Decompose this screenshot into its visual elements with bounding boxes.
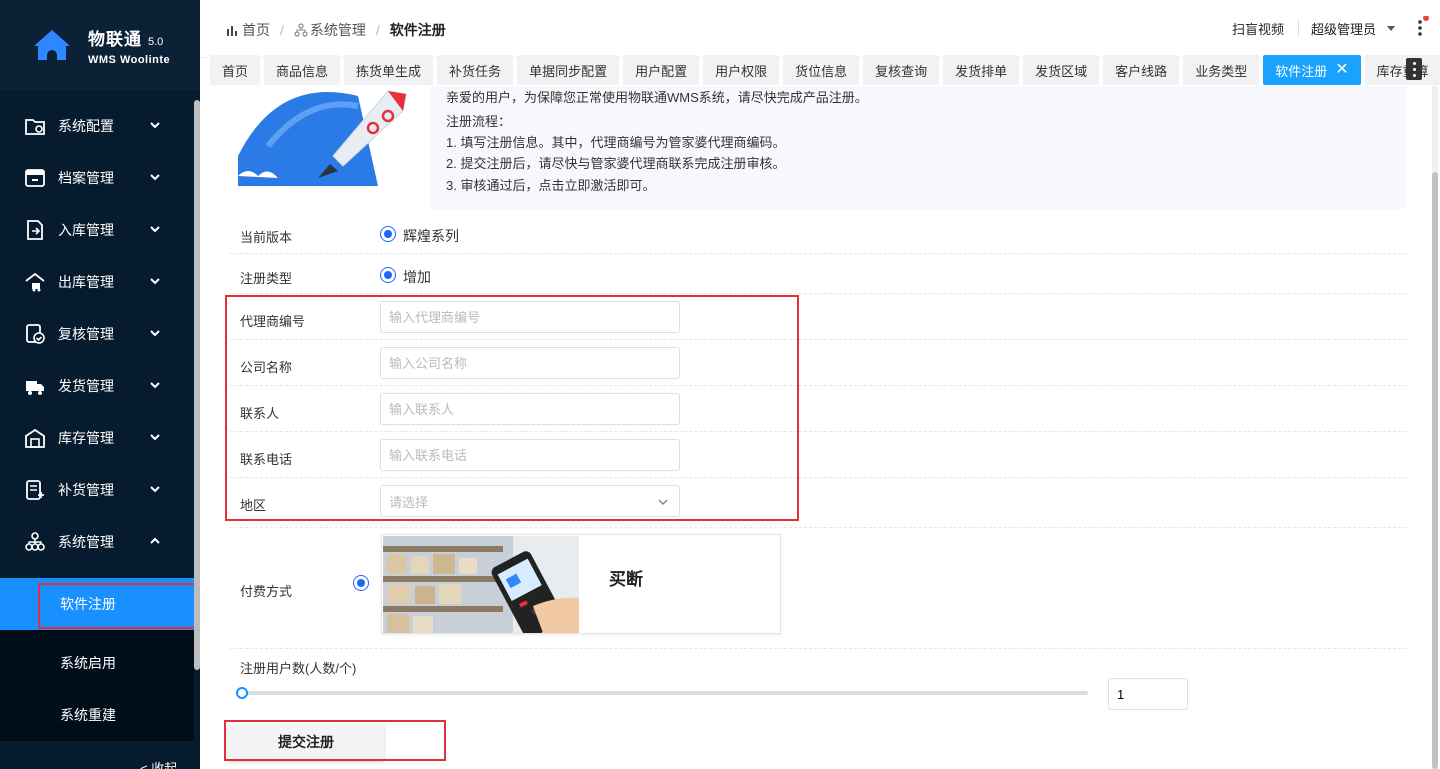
sidebar-item-replenish[interactable]: 补货管理 [0,464,194,516]
outbound-truck-icon [24,271,46,293]
tab-user-perm[interactable]: 用户权限 [703,55,780,85]
sidebar-item-review[interactable]: 复核管理 [0,308,194,360]
header-actions: 扫盲视频 超级管理员 [1232,15,1440,40]
breadcrumb-current: 软件注册 [389,22,446,38]
house-logo-icon [32,28,72,62]
sidebar-menu: 系统配置 档案管理 入库管理 出库管理 复核管理 发货管理 库存管理 补货管理 … [0,100,194,741]
tab-inventory-recalc[interactable]: 库存重算 [1364,55,1440,85]
sidebar-item-outbound[interactable]: 出库管理 [0,256,194,308]
sidebar-item-shipping[interactable]: 发货管理 [0,360,194,412]
notice-step-2: 2. 提交注册后，请尽快与管家婆代理商联系完成注册审核。 [446,156,786,171]
sidebar-item-inbound[interactable]: 入库管理 [0,204,194,256]
org-tree-icon [294,23,308,37]
shipping-icon [24,375,46,397]
replenish-icon [24,479,46,501]
tab-pick-generate[interactable]: 拣货单生成 [344,55,434,85]
tab-replenish-task[interactable]: 补货任务 [437,55,514,85]
chevron-down-icon [150,486,160,493]
sidebar-item-system-mgmt[interactable]: 系统管理 [0,516,194,568]
warehouse-scanner-image [383,536,579,633]
logo-version: 5.0 [148,35,164,48]
caret-down-icon[interactable] [1386,23,1396,33]
collapse-sidebar-button[interactable]: < 收起 [140,758,177,769]
breadcrumb-system-mgmt[interactable]: 系统管理 [310,20,366,40]
header-divider [1297,20,1299,36]
highlight-box-submit [224,720,446,761]
highlight-box-sidebar [38,583,200,629]
chevron-down-icon [150,174,160,181]
breadcrumb-separator: / [375,22,380,38]
user-menu[interactable]: 超级管理员 [1311,19,1376,38]
content-scrollbar[interactable] [1432,86,1438,769]
chevron-down-icon [150,434,160,441]
notice-step-1: 1. 填写注册信息。其中，代理商编号为管家婆代理商编码。 [446,135,786,150]
payment-radio[interactable] [353,575,369,591]
breadcrumb-separator: / [280,22,284,38]
breadcrumb: 首页 / 系统管理 / 软件注册 [226,20,446,40]
chevron-down-icon [150,330,160,337]
review-check-icon [24,323,46,345]
rocket-illustration [238,90,407,186]
sidebar-item-archive[interactable]: 档案管理 [0,152,194,204]
more-vertical-icon[interactable] [1410,15,1430,40]
tab-more-icon[interactable] [1406,58,1422,80]
main-content: 亲爱的用户，为保障您正常使用物联通WMS系统，请尽快完成产品注册。 注册流程： … [200,86,1440,769]
chevron-down-icon [150,122,160,129]
chevron-down-icon [150,226,160,233]
tab-software-register[interactable]: 软件注册 ✕ [1263,55,1361,85]
tab-location-info[interactable]: 货位信息 [783,55,860,85]
warehouse-icon [24,427,46,449]
type-radio[interactable] [380,267,396,283]
logo-subtitle: WMS Woolinte [88,53,171,66]
notice-step-3: 3. 审核通过后，点击立即激活即可。 [446,178,656,193]
version-radio[interactable] [380,226,396,242]
tab-ship-schedule[interactable]: 发货排单 [943,55,1020,85]
highlight-box-form [225,295,799,521]
archive-icon [24,167,46,189]
tab-bar: 首页 商品信息 拣货单生成 补货任务 单据同步配置 用户配置 用户权限 货位信息… [200,54,1440,86]
app-logo: 物联通 5.0 WMS Woolinte [0,0,200,90]
form-row-type: 注册类型 增加 [230,254,1406,294]
users-label: 注册用户数(人数/个) [240,661,357,676]
tab-doc-sync[interactable]: 单据同步配置 [517,55,620,85]
sidebar-subitem-system-rebuild[interactable]: 系统重建 [0,689,194,741]
content-scrollbar-thumb[interactable] [1432,172,1438,769]
tab-business-type[interactable]: 业务类型 [1183,55,1260,85]
chevron-up-icon [150,537,160,544]
notice-intro: 亲爱的用户，为保障您正常使用物联通WMS系统，请尽快完成产品注册。 [446,90,868,105]
home-chart-icon [227,26,237,36]
sidebar-subitem-system-enable[interactable]: 系统启用 [0,637,194,689]
tab-home[interactable]: 首页 [210,55,261,85]
sidebar: 物联通 5.0 WMS Woolinte 系统配置 档案管理 入库管理 出库管理 … [0,0,200,769]
form-row-version: 当前版本 辉煌系列 [230,214,1406,254]
tab-ship-area[interactable]: 发货区域 [1023,55,1100,85]
logo-title: 物联通 [88,29,142,49]
sidebar-item-system-config[interactable]: 系统配置 [0,100,194,152]
close-icon[interactable]: ✕ [1335,62,1348,78]
notice-title: 注册流程： [446,114,512,129]
tab-user-config[interactable]: 用户配置 [623,55,700,85]
breadcrumb-home[interactable]: 首页 [242,20,270,40]
top-bar: 首页 / 系统管理 / 软件注册 扫盲视频 超级管理员 [200,0,1440,58]
org-tree-icon [24,531,46,553]
chevron-down-icon [150,278,160,285]
inbound-icon [24,219,46,241]
payment-option-title: 买断 [609,570,643,589]
users-slider-track[interactable] [240,691,1088,695]
chevron-down-icon [150,382,160,389]
settings-folder-icon [24,115,46,137]
users-count-input[interactable] [1108,678,1188,710]
tab-customer-route[interactable]: 客户线路 [1103,55,1180,85]
payment-option-card[interactable]: 买断 [381,534,781,634]
sidebar-item-inventory[interactable]: 库存管理 [0,412,194,464]
tab-goods-info[interactable]: 商品信息 [264,55,341,85]
users-slider-handle[interactable] [236,687,248,699]
registration-notice: 亲爱的用户，为保障您正常使用物联通WMS系统，请尽快完成产品注册。 注册流程： … [430,86,1406,209]
tab-review-query[interactable]: 复核查询 [863,55,940,85]
scan-video-link[interactable]: 扫盲视频 [1232,19,1284,38]
